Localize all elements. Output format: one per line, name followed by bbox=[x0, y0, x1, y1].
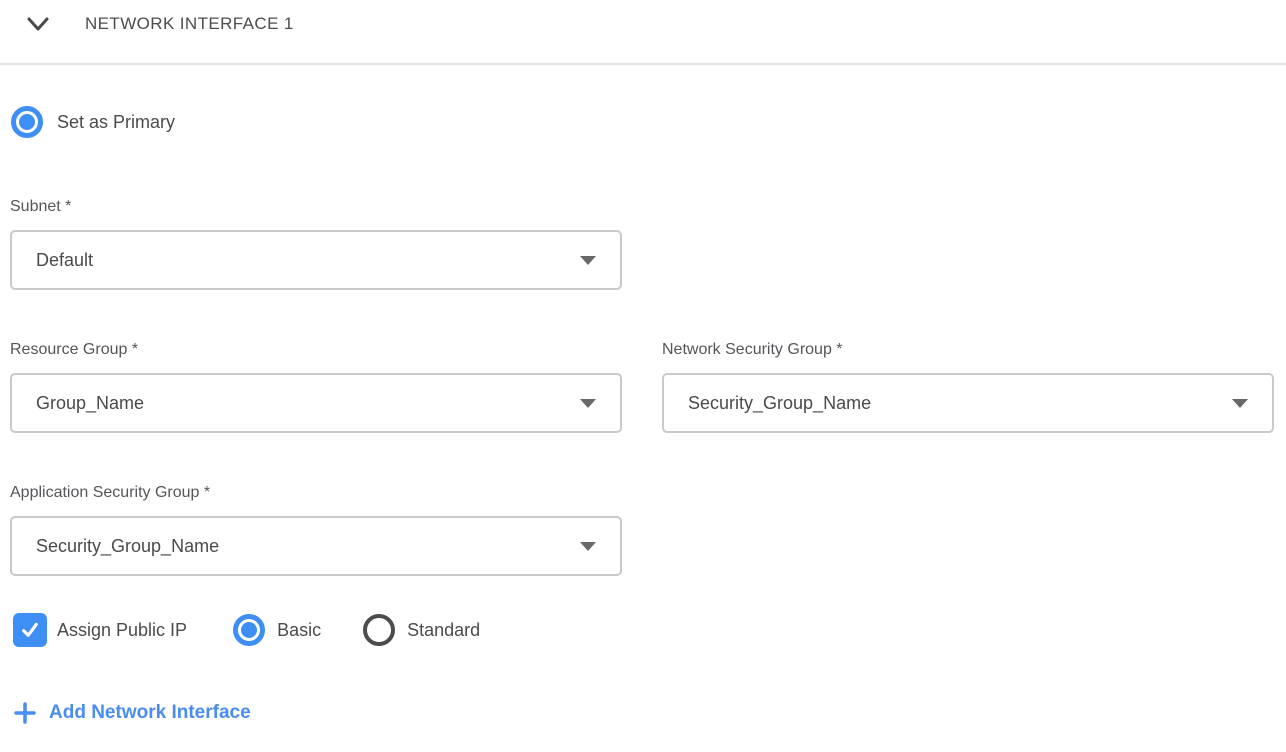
network-security-group-label: Network Security Group * bbox=[662, 340, 1274, 360]
section-divider bbox=[0, 63, 1286, 65]
resource-group-select[interactable]: Group_Name bbox=[10, 373, 622, 433]
plus-icon bbox=[14, 702, 36, 724]
resource-group-selected-value: Group_Name bbox=[36, 393, 144, 414]
subnet-label: Subnet * bbox=[10, 197, 622, 217]
network-security-group-select[interactable]: Security_Group_Name bbox=[662, 373, 1274, 433]
sku-standard-label: Standard bbox=[407, 620, 480, 641]
application-security-group-select[interactable]: Security_Group_Name bbox=[10, 516, 622, 576]
subnet-field: Subnet * Default bbox=[10, 197, 622, 290]
application-security-group-selected-value: Security_Group_Name bbox=[36, 536, 219, 557]
set-as-primary-radio[interactable] bbox=[11, 106, 43, 138]
caret-down-icon bbox=[1232, 399, 1248, 408]
subnet-selected-value: Default bbox=[36, 250, 93, 271]
add-network-interface-link[interactable]: Add Network Interface bbox=[14, 702, 251, 724]
add-network-interface-label: Add Network Interface bbox=[49, 702, 251, 724]
network-security-group-selected-value: Security_Group_Name bbox=[688, 393, 871, 414]
check-icon bbox=[18, 618, 42, 642]
caret-down-icon bbox=[580, 399, 596, 408]
group-fields-row: Resource Group * Group_Name Network Secu… bbox=[10, 340, 1286, 433]
application-security-group-field: Application Security Group * Security_Gr… bbox=[10, 483, 622, 576]
network-interface-form: NETWORK INTERFACE 1 Set as Primary Subne… bbox=[0, 12, 1286, 752]
set-as-primary-label: Set as Primary bbox=[57, 112, 175, 133]
resource-group-label: Resource Group * bbox=[10, 340, 622, 360]
section-title: NETWORK INTERFACE 1 bbox=[85, 14, 294, 34]
application-security-group-label: Application Security Group * bbox=[10, 483, 622, 503]
sku-basic-radio[interactable] bbox=[233, 614, 265, 646]
sku-basic-label: Basic bbox=[277, 620, 321, 641]
network-security-group-field: Network Security Group * Security_Group_… bbox=[662, 340, 1274, 433]
resource-group-field: Resource Group * Group_Name bbox=[10, 340, 622, 433]
chevron-down-icon bbox=[27, 17, 49, 31]
subnet-select[interactable]: Default bbox=[10, 230, 622, 290]
assign-public-ip-checkbox[interactable] bbox=[13, 613, 47, 647]
public-ip-options-row: Assign Public IP Basic Standard bbox=[13, 613, 1286, 647]
collapse-toggle-button[interactable] bbox=[27, 12, 49, 36]
set-as-primary-option: Set as Primary bbox=[11, 106, 1286, 138]
caret-down-icon bbox=[580, 542, 596, 551]
assign-public-ip-label: Assign Public IP bbox=[57, 620, 187, 641]
section-header: NETWORK INTERFACE 1 bbox=[27, 12, 1286, 36]
caret-down-icon bbox=[580, 256, 596, 265]
sku-standard-radio[interactable] bbox=[363, 614, 395, 646]
